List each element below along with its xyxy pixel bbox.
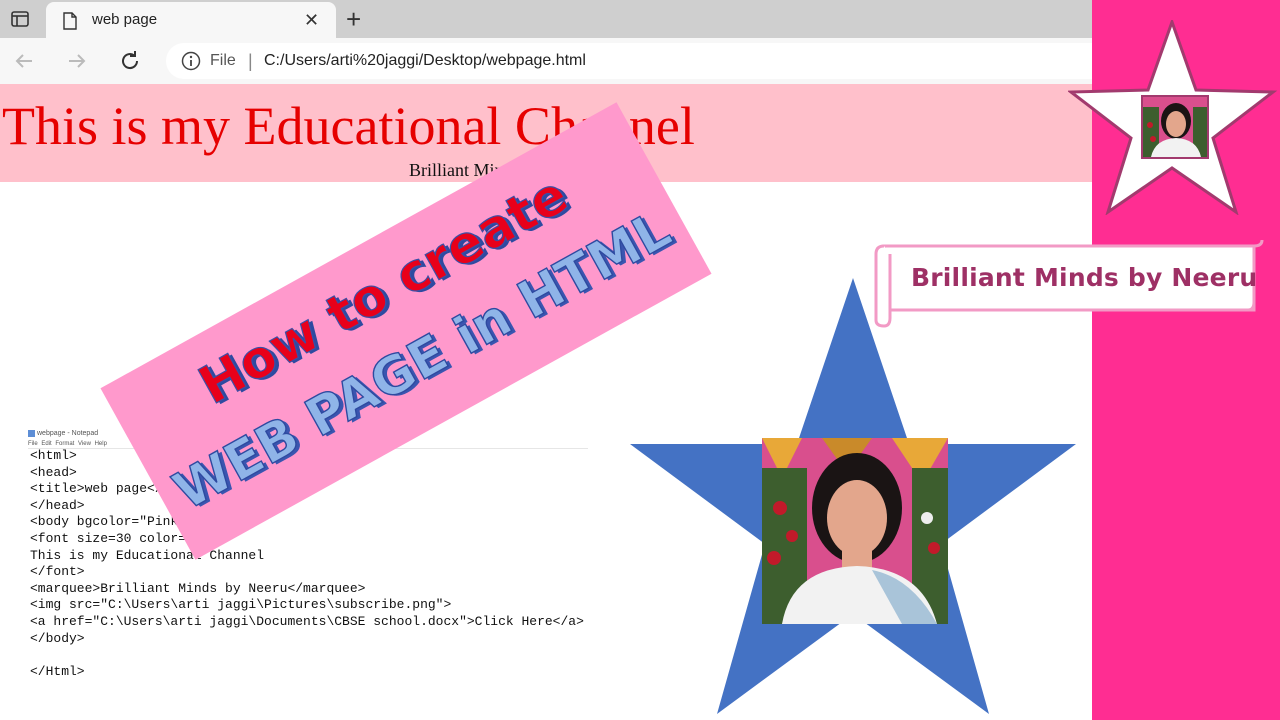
browser-tab-bar: web page ✕ + xyxy=(0,0,1092,38)
address-url[interactable]: C:/Users/arti%20jaggi/Desktop/webpage.ht… xyxy=(264,52,586,70)
back-icon[interactable] xyxy=(12,49,36,73)
refresh-icon[interactable] xyxy=(118,49,142,73)
code-line: <img src="C:\Users\arti jaggi\Pictures\s… xyxy=(30,597,452,613)
page-icon xyxy=(62,12,78,30)
address-separator: | xyxy=(248,51,253,71)
code-line: <body bgcolor="Pink"> xyxy=(30,514,194,530)
forward-icon[interactable] xyxy=(65,49,89,73)
code-line: </Html> xyxy=(30,663,85,679)
tab-actions-icon[interactable] xyxy=(10,9,30,29)
presenter-photo xyxy=(762,438,948,624)
address-bar[interactable]: File | C:/Users/arti%20jaggi/Desktop/web… xyxy=(166,43,1092,79)
channel-name-label: Brilliant Minds by Neeru xyxy=(911,263,1258,292)
notepad-title-text: webpage - Notepad xyxy=(37,430,99,437)
browser-tab[interactable]: web page ✕ xyxy=(46,2,336,38)
notepad-icon xyxy=(28,430,35,437)
code-line: <marquee>Brilliant Minds by Neeru</marqu… xyxy=(30,580,366,596)
code-line: </head> xyxy=(30,497,85,513)
browser-toolbar: File | C:/Users/arti%20jaggi/Desktop/web… xyxy=(0,38,1092,85)
tab-close-icon[interactable]: ✕ xyxy=(304,10,319,30)
code-line: This is my Educational Channel xyxy=(30,547,265,563)
code-line: </font> xyxy=(30,564,85,580)
new-tab-icon[interactable]: + xyxy=(346,6,361,32)
tab-title: web page xyxy=(92,11,158,28)
notepad-menu: File Edit Format View Help xyxy=(28,441,107,447)
code-line: <a href="C:\Users\arti jaggi\Documents\C… xyxy=(30,613,584,629)
address-scheme: File xyxy=(210,52,236,69)
code-line: </body> xyxy=(30,630,85,646)
presenter-thumbnail xyxy=(1141,95,1209,159)
code-line: <font size=30 color="red"> xyxy=(30,530,233,546)
info-icon[interactable] xyxy=(181,51,201,71)
notepad-title: webpage - Notepad xyxy=(28,430,98,437)
